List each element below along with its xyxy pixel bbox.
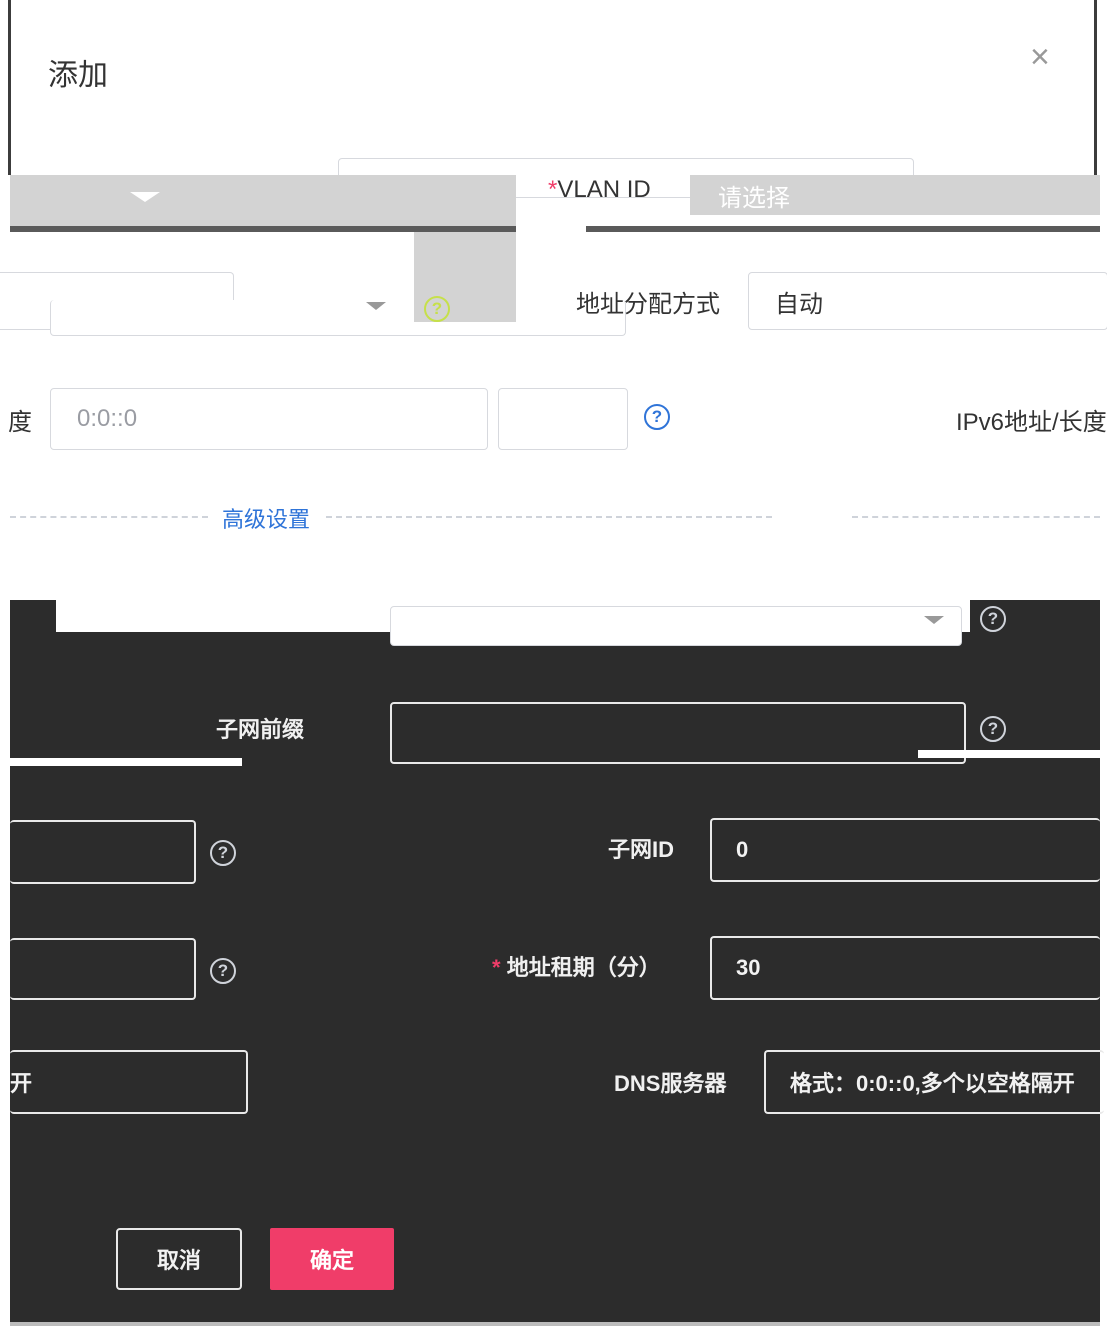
vlan-placeholder[interactable]: 请选择 — [718, 178, 790, 213]
divider — [10, 758, 242, 766]
dialog-right-edge — [1094, 0, 1097, 175]
vlan-label: VLAN ID — [557, 176, 651, 203]
help-icon[interactable]: ? — [644, 404, 670, 430]
dialog-title: 添加 — [48, 59, 108, 92]
vlan-required-mark: *VLAN ID — [548, 176, 651, 203]
divider — [326, 516, 772, 518]
subnet-prefix-label: 子网前缀 — [216, 717, 305, 742]
ipv6-address-value: 0:0::0 — [77, 405, 138, 432]
cancel-button[interactable]: 取消 — [116, 1228, 242, 1290]
advanced-settings-link[interactable]: 高级设置 — [222, 502, 310, 534]
lease-label: * 地址租期（分） — [492, 955, 661, 980]
chevron-down-icon — [366, 302, 386, 310]
help-icon[interactable]: ? — [424, 296, 450, 322]
close-icon[interactable]: × — [1030, 38, 1050, 77]
ipv6-length-input[interactable] — [498, 388, 628, 450]
left-partial-text: 开 — [10, 1071, 33, 1096]
help-icon[interactable]: ? — [980, 716, 1006, 742]
dns-placeholder: 格式：0:0::0,多个以空格隔开 — [790, 1071, 1075, 1096]
dns-input[interactable]: 格式：0:0::0,多个以空格隔开 — [764, 1050, 1104, 1114]
subnet-id-value: 0 — [736, 837, 749, 862]
dark-strip — [10, 600, 56, 632]
help-icon[interactable]: ? — [980, 606, 1006, 632]
subnet-id-label: 子网ID — [608, 837, 675, 862]
subnet-id-input[interactable]: 0 — [710, 818, 1100, 882]
ok-button[interactable]: 确定 — [270, 1228, 394, 1290]
addr-mode-label: 地址分配方式 — [576, 291, 720, 318]
divider — [586, 226, 1100, 232]
help-icon[interactable]: ? — [210, 958, 236, 984]
ipv6-address-input[interactable]: 0:0::0 — [50, 388, 488, 450]
left-dark-field-3[interactable]: 开 — [10, 1050, 248, 1114]
dialog-left-edge — [8, 0, 11, 175]
divider — [918, 750, 1100, 758]
help-icon[interactable]: ? — [210, 840, 236, 866]
lease-value: 30 — [736, 955, 761, 980]
divider — [10, 1322, 1100, 1326]
ipv6-label-right: IPv6地址/长度 — [956, 409, 1107, 436]
subnet-prefix-select[interactable] — [390, 606, 962, 646]
dns-label: DNS服务器 — [614, 1071, 727, 1096]
subnet-prefix-input[interactable] — [390, 702, 966, 764]
addr-mode-select[interactable]: 自动 — [748, 272, 1107, 330]
left-field-2[interactable] — [50, 300, 626, 336]
left-dark-field-1[interactable] — [10, 820, 196, 884]
chevron-down-icon — [130, 192, 160, 202]
addr-mode-value: 自动 — [775, 290, 823, 318]
chevron-down-icon — [924, 616, 944, 624]
lease-input[interactable]: 30 — [710, 936, 1100, 1000]
overlay-band — [10, 175, 516, 227]
ipv6-label-left: 度 — [8, 409, 32, 436]
left-dark-field-2[interactable] — [10, 938, 196, 1000]
divider — [10, 516, 208, 518]
divider — [852, 516, 1100, 518]
